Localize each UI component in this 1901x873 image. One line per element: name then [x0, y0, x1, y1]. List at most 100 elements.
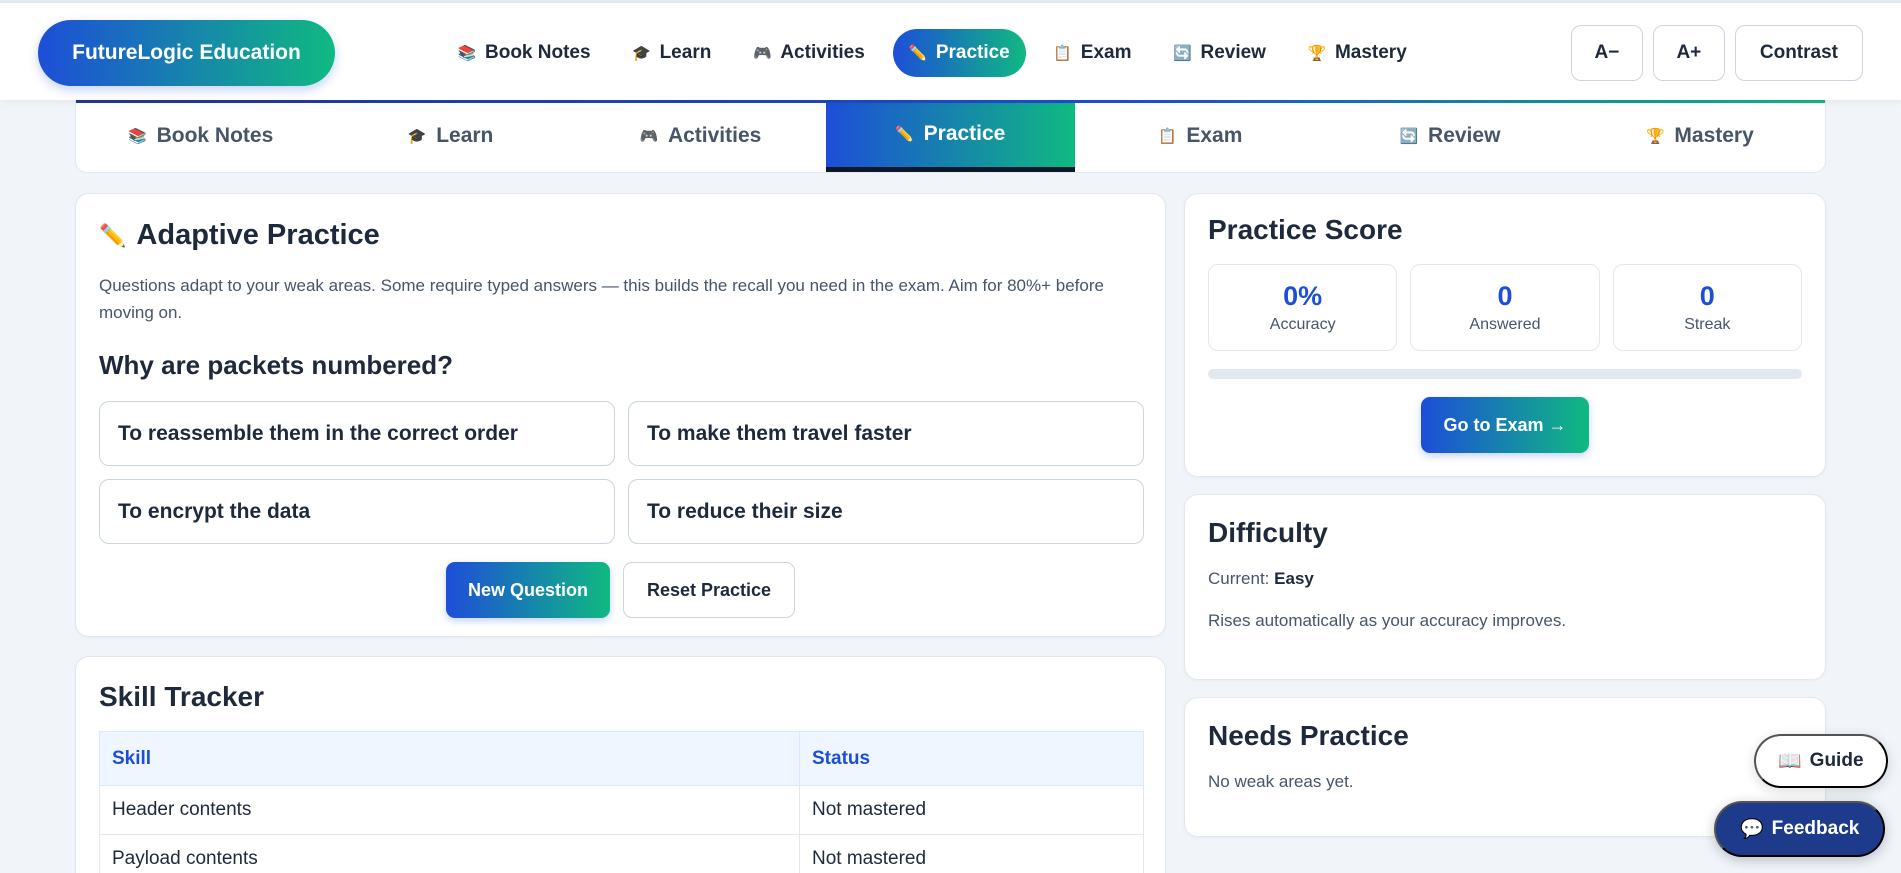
streak-stat: 0 Streak	[1612, 264, 1802, 351]
decrease-font-button[interactable]: A−	[1570, 25, 1643, 81]
tab-label: Practice	[923, 121, 1006, 145]
tab-label: Exam	[1186, 124, 1243, 147]
difficulty-note: Rises automatically as your accuracy imp…	[1208, 611, 1567, 630]
feedback-label: Feedback	[1771, 818, 1860, 839]
graduation-cap-icon: 🎓	[632, 45, 651, 62]
guide-button[interactable]: 📖 Guide	[1754, 734, 1888, 788]
status-cell: Not mastered	[799, 785, 1144, 835]
tab-label: Book Notes	[156, 124, 274, 147]
accuracy-value: 0%	[1283, 281, 1323, 311]
table-header-row: Skill Status	[99, 731, 1144, 786]
accuracy-label: Accuracy	[1269, 316, 1336, 333]
clipboard-icon: 📋	[1158, 128, 1177, 145]
answered-label: Answered	[1469, 316, 1541, 333]
nav-practice[interactable]: ✏️ Practice	[892, 29, 1026, 77]
question-text: Why are packets numbered?	[99, 350, 453, 380]
go-to-exam-button[interactable]: Go to Exam →	[1421, 397, 1589, 453]
streak-value: 0	[1699, 281, 1715, 311]
new-question-button[interactable]: New Question	[445, 562, 610, 618]
tab-label: Mastery	[1674, 124, 1754, 147]
practice-actions: New Question Reset Practice	[99, 562, 1142, 618]
tab-practice[interactable]: ✏️ Practice	[825, 100, 1076, 172]
tab-learn[interactable]: 🎓 Learn	[326, 100, 576, 172]
answer-options: To reassemble them in the correct order …	[99, 401, 1144, 544]
nav-label: Exam	[1080, 42, 1132, 63]
book-icon: 📖	[1778, 751, 1802, 772]
tab-label: Learn	[436, 124, 494, 147]
nav-book-notes[interactable]: 📚 Book Notes	[444, 29, 605, 77]
tab-exam[interactable]: 📋 Exam	[1075, 100, 1325, 172]
tab-review[interactable]: 🔄 Review	[1325, 100, 1575, 172]
section-tabs: 📚 Book Notes 🎓 Learn 🎮 Activities ✏️ Pra…	[75, 100, 1826, 173]
nav-label: Practice	[935, 42, 1010, 63]
pencil-icon: ✏️	[908, 45, 928, 62]
skill-cell: Header contents	[99, 785, 800, 835]
nav-mastery[interactable]: 🏆 Mastery	[1294, 29, 1421, 77]
nav-activities[interactable]: 🎮 Activities	[739, 29, 878, 77]
pencil-icon: ✏️	[895, 125, 914, 143]
nav-label: Book Notes	[485, 42, 591, 63]
adaptive-practice-card: ✏️ Adaptive Practice Questions adapt to …	[75, 193, 1166, 637]
nav-label: Review	[1200, 42, 1266, 63]
score-stats: 0% Accuracy 0 Answered 0 Streak	[1208, 264, 1802, 351]
nav-label: Activities	[780, 42, 865, 63]
streak-label: Streak	[1684, 316, 1731, 333]
column-header-skill: Skill	[99, 731, 800, 786]
contrast-toggle-button[interactable]: Contrast	[1734, 25, 1863, 81]
tab-mastery[interactable]: 🏆 Mastery	[1575, 100, 1825, 172]
answered-stat: 0 Answered	[1410, 264, 1600, 351]
nav-label: Learn	[659, 42, 712, 63]
answer-option[interactable]: To reduce their size	[628, 479, 1144, 544]
answer-option[interactable]: To make them travel faster	[628, 401, 1144, 466]
needs-practice-title: Needs Practice	[1208, 720, 1409, 751]
accessibility-controls: A− A+ Contrast	[1570, 25, 1863, 81]
brand-logo-button[interactable]: FutureLogic Education	[38, 20, 335, 86]
books-icon: 📚	[457, 45, 477, 62]
game-controller-icon: 🎮	[752, 45, 772, 62]
nav-review[interactable]: 🔄 Review	[1159, 29, 1279, 77]
difficulty-current: Current: Easy	[1208, 569, 1802, 589]
reset-practice-button[interactable]: Reset Practice	[622, 562, 796, 618]
books-icon: 📚	[128, 128, 147, 145]
trophy-icon: 🏆	[1307, 45, 1327, 62]
answer-option[interactable]: To reassemble them in the correct order	[99, 401, 615, 466]
skill-tracker-title: Skill Tracker	[99, 681, 265, 712]
practice-title-text: Adaptive Practice	[136, 219, 380, 251]
answer-option[interactable]: To encrypt the data	[99, 479, 615, 544]
tab-book-notes[interactable]: 📚 Book Notes	[76, 100, 326, 172]
table-row: Header contents Not mastered	[99, 785, 1144, 835]
score-title: Practice Score	[1208, 214, 1403, 245]
pencil-icon: ✏️	[99, 222, 127, 248]
difficulty-current-value: Easy	[1274, 569, 1314, 588]
nav-learn[interactable]: 🎓 Learn	[619, 29, 726, 77]
difficulty-title: Difficulty	[1208, 517, 1328, 548]
table-row: Payload contents Not mastered	[99, 834, 1144, 873]
tab-activities[interactable]: 🎮 Activities	[576, 100, 826, 172]
nav-label: Mastery	[1334, 42, 1407, 63]
skill-cell: Payload contents	[99, 834, 800, 873]
status-cell: Not mastered	[799, 834, 1144, 873]
accuracy-stat: 0% Accuracy	[1208, 264, 1398, 351]
nav-exam[interactable]: 📋 Exam	[1040, 29, 1146, 77]
game-controller-icon: 🎮	[639, 128, 659, 145]
practice-score-card: Practice Score 0% Accuracy 0 Answered 0 …	[1184, 193, 1826, 477]
tab-label: Review	[1428, 124, 1501, 147]
top-nav: 📚 Book Notes 🎓 Learn 🎮 Activities ✏️ Pra…	[444, 27, 1421, 79]
difficulty-card: Difficulty Current: Easy Rises automatic…	[1184, 494, 1826, 680]
feedback-button[interactable]: 💬 Feedback	[1714, 801, 1886, 857]
increase-font-button[interactable]: A+	[1652, 25, 1725, 81]
exam-button-wrap: Go to Exam →	[1208, 397, 1802, 453]
answered-value: 0	[1497, 281, 1513, 311]
skill-table: Skill Status Header contents Not mastere…	[99, 731, 1144, 873]
difficulty-current-label: Current:	[1208, 569, 1270, 588]
top-navigation-bar: FutureLogic Education 📚 Book Notes 🎓 Lea…	[0, 0, 1901, 100]
refresh-icon: 🔄	[1173, 45, 1192, 62]
practice-title: ✏️ Adaptive Practice	[99, 219, 1142, 252]
clipboard-icon: 📋	[1053, 45, 1073, 62]
skill-tracker-card: Skill Tracker Skill Status Header conten…	[75, 656, 1166, 873]
tab-label: Activities	[667, 124, 762, 147]
practice-intro: Questions adapt to your weak areas. Some…	[99, 276, 1104, 322]
score-progress-bar	[1208, 369, 1802, 379]
column-header-status: Status	[799, 731, 1144, 786]
refresh-icon: 🔄	[1399, 128, 1419, 145]
